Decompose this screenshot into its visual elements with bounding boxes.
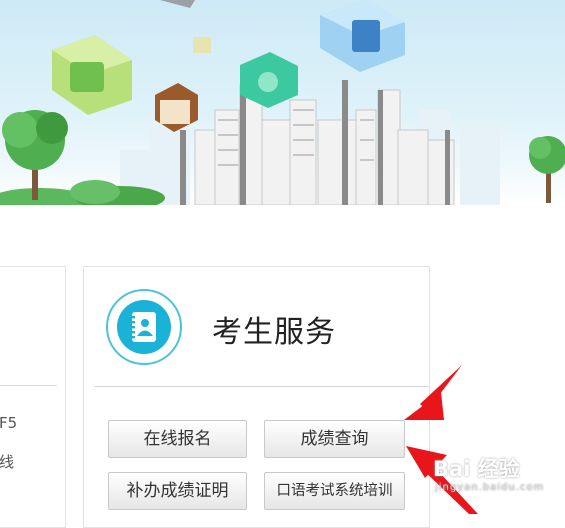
watermark-logo-text: Bai 经验 bbox=[433, 457, 520, 481]
left-panel-divider bbox=[0, 385, 57, 386]
oral-exam-training-button[interactable]: 口语考试系统培训 bbox=[264, 472, 405, 510]
city-illustration bbox=[0, 0, 565, 205]
floating-cube-small-icon bbox=[193, 37, 211, 53]
floating-cube-green-icon bbox=[52, 35, 132, 115]
left-side-panel: F5 线 bbox=[0, 266, 66, 528]
header-banner bbox=[0, 0, 565, 205]
watermark-url: jingyan.baidu.com bbox=[435, 482, 545, 493]
floating-cube-grey-icon bbox=[160, 0, 195, 8]
left-panel-text-fragment: 线 bbox=[0, 453, 15, 471]
candidate-service-panel: 考生服务 在线报名 成绩查询 补办成绩证明 口语考试系统培训 bbox=[83, 266, 430, 528]
tree-left-icon bbox=[2, 110, 68, 200]
certificate-reissue-button[interactable]: 补办成绩证明 bbox=[108, 472, 247, 510]
left-panel-text-fragment: F5 bbox=[0, 414, 18, 432]
score-query-button[interactable]: 成绩查询 bbox=[264, 420, 405, 458]
tree-right-icon bbox=[529, 136, 565, 203]
baidu-jingyan-watermark: Bai 经验 jingyan.baidu.com bbox=[433, 451, 563, 496]
panel-divider bbox=[94, 386, 429, 387]
floating-cube-blue-icon bbox=[320, 0, 405, 72]
online-registration-button[interactable]: 在线报名 bbox=[108, 420, 247, 458]
page-title: 考生服务 bbox=[212, 315, 336, 350]
contact-book-icon bbox=[106, 289, 182, 365]
